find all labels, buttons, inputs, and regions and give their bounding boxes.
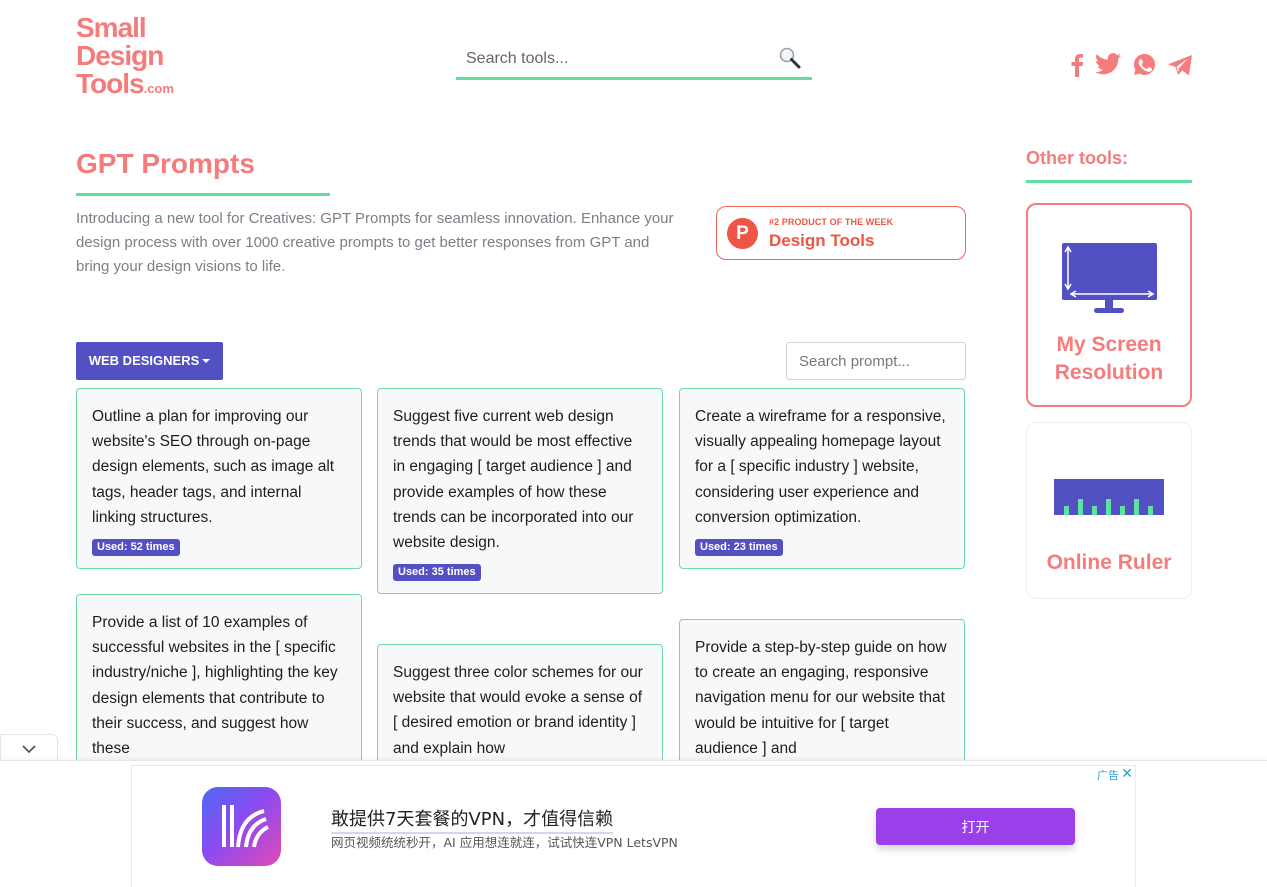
prompt-card[interactable]: Outline a plan for improving our website… bbox=[76, 388, 362, 570]
product-hunt-rank: #2 PRODUCT OF THE WEEK bbox=[769, 217, 894, 227]
ad-subtitle: 网页视频统统秒开，AI 应用想连就连，试试快连VPN LetsVPN bbox=[331, 835, 678, 850]
ad-open-button[interactable]: 打开 bbox=[876, 808, 1075, 845]
title-underline bbox=[76, 193, 330, 196]
tool-search-input[interactable] bbox=[456, 44, 766, 74]
whatsapp-icon[interactable] bbox=[1133, 53, 1156, 81]
intro-text: Introducing a new tool for Creatives: GP… bbox=[76, 210, 674, 275]
ruler-icon bbox=[1054, 479, 1164, 520]
category-dropdown-button[interactable]: WEB DESIGNERS bbox=[76, 342, 223, 380]
product-hunt-badge[interactable]: P #2 PRODUCT OF THE WEEK Design Tools bbox=[716, 206, 966, 260]
caret-down-icon bbox=[202, 358, 211, 363]
logo-line-3-text: Tools bbox=[76, 68, 145, 99]
tool-card-screen-resolution[interactable]: My Screen Resolution bbox=[1026, 203, 1192, 407]
monitor-icon bbox=[1061, 242, 1159, 321]
ad-title[interactable]: 敢提供7天套餐的VPN，才值得信赖 bbox=[331, 805, 614, 834]
twitter-icon[interactable] bbox=[1095, 53, 1121, 80]
usage-badge: Used: 35 times bbox=[393, 564, 481, 582]
close-icon[interactable]: ✕ bbox=[1121, 766, 1133, 782]
prompt-text: Suggest three color schemes for our webs… bbox=[393, 664, 643, 757]
category-dropdown-label: WEB DESIGNERS bbox=[88, 353, 200, 368]
search-icon[interactable] bbox=[778, 46, 802, 70]
tool-search-bar bbox=[456, 40, 812, 80]
tool-name: Online Ruler bbox=[1046, 551, 1172, 574]
ad-label: 广告 bbox=[1097, 769, 1119, 782]
usage-badge: Used: 23 times bbox=[695, 539, 783, 557]
vpn-app-icon bbox=[202, 787, 281, 866]
prompt-text: Suggest five current web design trends t… bbox=[393, 408, 634, 552]
ad-banner[interactable]: 敢提供7天套餐的VPN，才值得信赖 网页视频统统秒开，AI 应用想连就连，试试快… bbox=[131, 765, 1136, 887]
usage-badge: Used: 52 times bbox=[92, 539, 180, 557]
other-tools-title: Other tools: bbox=[1026, 148, 1128, 168]
logo-line-3: Tools.com bbox=[76, 70, 174, 103]
prompt-text: Create a wireframe for a responsive, vis… bbox=[695, 408, 946, 526]
product-hunt-logo-icon: P bbox=[727, 218, 758, 249]
prompt-text: Outline a plan for improving our website… bbox=[92, 408, 335, 526]
ad-banner-container: 敢提供7天套餐的VPN，才值得信赖 网页视频统统秒开，AI 应用想连就连，试试快… bbox=[0, 760, 1267, 887]
tool-name-line-2: Resolution bbox=[1054, 361, 1164, 384]
prompt-card[interactable]: Create a wireframe for a responsive, vis… bbox=[679, 388, 965, 570]
facebook-icon[interactable] bbox=[1070, 53, 1084, 82]
logo-line-1: Small bbox=[76, 12, 147, 43]
site-logo[interactable]: Small Design Tools.com bbox=[76, 14, 186, 98]
prompt-text: Provide a step-by-step guide on how to c… bbox=[695, 639, 947, 757]
logo-line-2: Design bbox=[76, 40, 164, 71]
prompt-text: Provide a list of 10 examples of success… bbox=[92, 614, 338, 758]
prompt-search-input[interactable] bbox=[786, 342, 966, 380]
tool-card-online-ruler[interactable]: Online Ruler bbox=[1026, 422, 1192, 599]
prompt-card[interactable]: Suggest five current web design trends t… bbox=[377, 388, 663, 595]
logo-suffix: .com bbox=[143, 81, 174, 96]
other-tools-underline bbox=[1026, 180, 1192, 183]
collapse-ad-button[interactable] bbox=[0, 734, 58, 762]
page-title: GPT Prompts bbox=[76, 148, 255, 179]
tool-name: My Screen Resolution bbox=[1028, 331, 1190, 387]
telegram-icon[interactable] bbox=[1167, 54, 1193, 81]
tool-name-line-1: My Screen bbox=[1056, 333, 1162, 356]
chevron-down-icon bbox=[21, 742, 37, 760]
product-hunt-category: Design Tools bbox=[769, 231, 875, 250]
